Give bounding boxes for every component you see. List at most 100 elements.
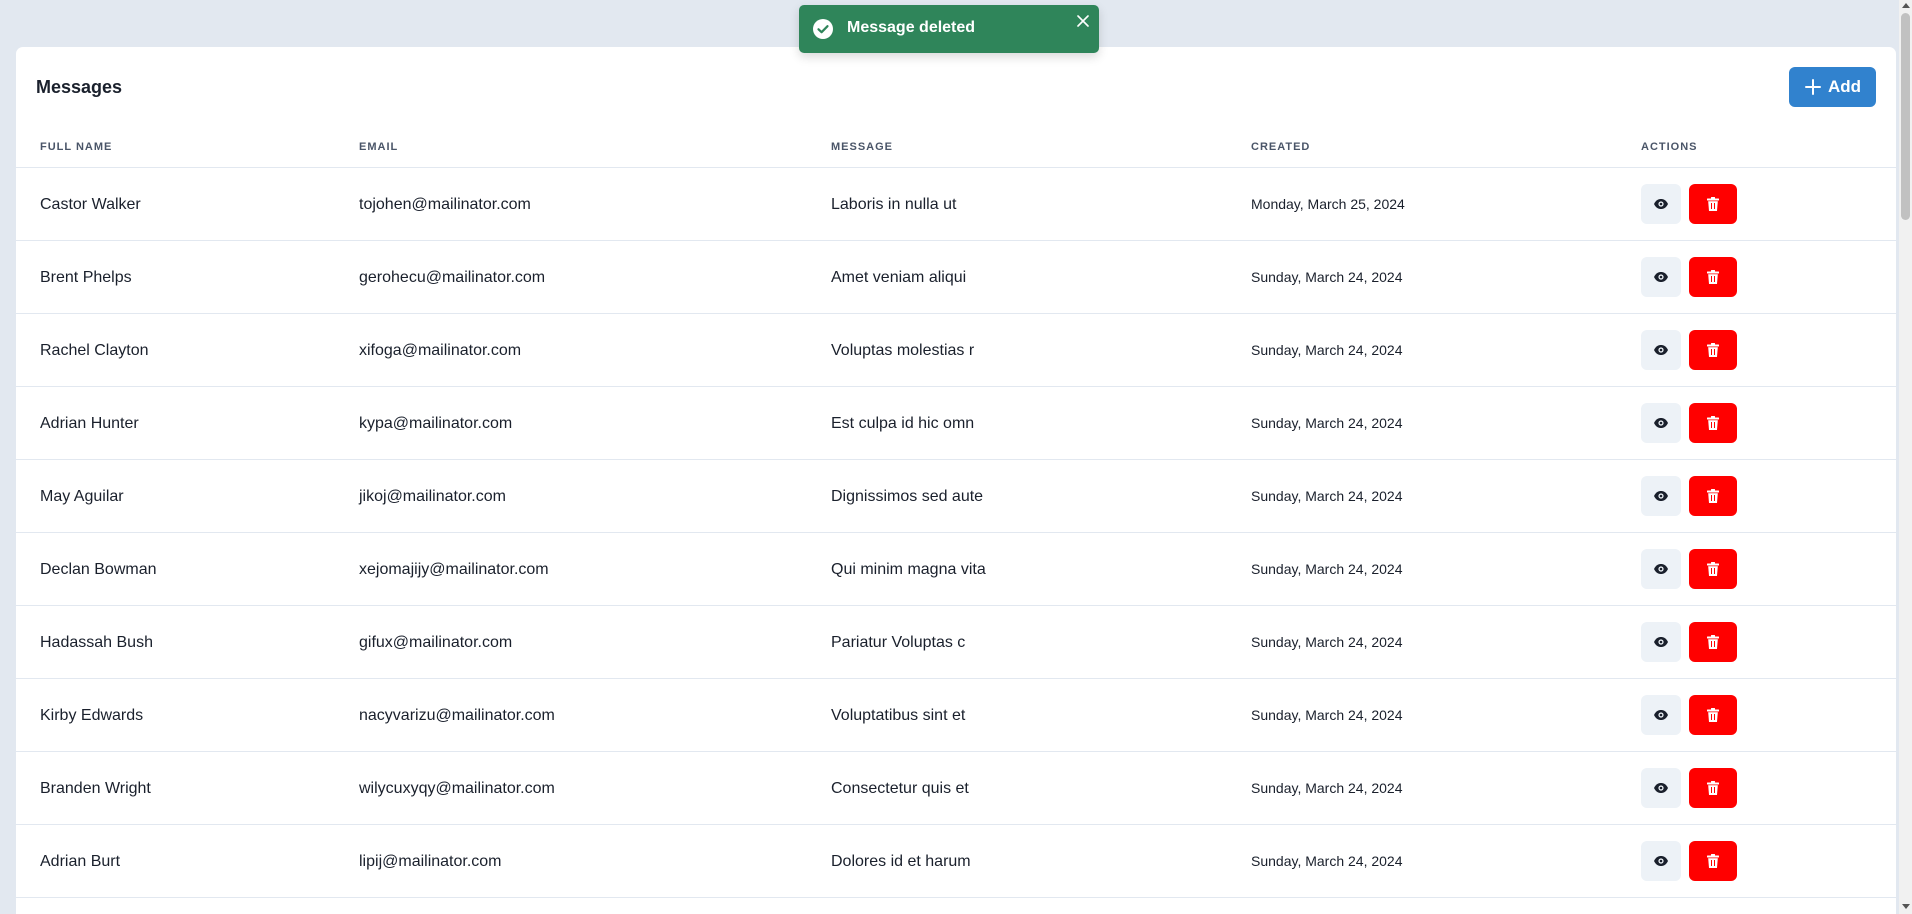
- cell-message: Voluptatibus sint et: [831, 707, 966, 724]
- delete-button[interactable]: [1689, 622, 1737, 662]
- view-button[interactable]: [1641, 549, 1681, 589]
- cell-full-name: Adrian Burt: [40, 853, 121, 870]
- table-row: Adrian Hunter kypa@mailinator.com Est culp…: [16, 387, 1896, 460]
- cell-created: Sunday, March 24, 2024: [1251, 853, 1403, 869]
- cell-message: Dolores id et harum: [831, 853, 971, 870]
- cell-created: Sunday, March 24, 2024: [1251, 780, 1403, 796]
- cell-email: nacyvarizu@mailinator.com: [359, 707, 555, 724]
- cell-created: Sunday, March 24, 2024: [1251, 634, 1403, 650]
- page-title: Messages: [36, 77, 123, 97]
- cell-message: Consectetur quis et: [831, 780, 969, 797]
- view-button[interactable]: [1641, 184, 1681, 224]
- scrollbar-thumb[interactable]: [1901, 13, 1910, 220]
- card-header: Messages Add: [16, 47, 1896, 127]
- page: Messages Add FULL NAME EMAIL MESSAGE CRE…: [0, 0, 1912, 914]
- cell-message: Pariatur Voluptas c: [831, 634, 966, 651]
- eye-icon: [1654, 272, 1668, 282]
- scroll-down-arrow-icon[interactable]: [1902, 904, 1910, 909]
- delete-button[interactable]: [1689, 768, 1737, 808]
- trash-icon: [1707, 343, 1719, 357]
- cell-email: gerohecu@mailinator.com: [359, 269, 546, 286]
- column-header-message: MESSAGE: [831, 141, 894, 153]
- cell-message: Qui minim magna vita: [831, 561, 986, 578]
- view-button[interactable]: [1641, 330, 1681, 370]
- scroll-up-arrow-icon[interactable]: [1902, 3, 1910, 8]
- trash-icon: [1707, 197, 1719, 211]
- eye-icon: [1654, 710, 1668, 720]
- table-row: Branden Wright wilycuxyqy@mailinator.com C…: [16, 752, 1896, 825]
- cell-full-name: Brent Phelps: [40, 269, 132, 286]
- delete-button[interactable]: [1689, 257, 1737, 297]
- trash-icon: [1707, 489, 1719, 503]
- view-button[interactable]: [1641, 403, 1681, 443]
- delete-button[interactable]: [1689, 476, 1737, 516]
- cell-created: Sunday, March 24, 2024: [1251, 707, 1403, 723]
- toast-notification: Message deleted: [799, 5, 1099, 53]
- table-row: Adrian Burt lipij@mailinator.com Dolores i…: [16, 825, 1896, 898]
- cell-full-name: Rachel Clayton: [40, 342, 149, 359]
- cell-full-name: Castor Walker: [40, 196, 141, 213]
- view-button[interactable]: [1641, 476, 1681, 516]
- delete-button[interactable]: [1689, 330, 1737, 370]
- column-header-actions: ACTIONS: [1641, 141, 1698, 153]
- eye-icon: [1654, 345, 1668, 355]
- cell-created: Monday, March 25, 2024: [1251, 196, 1405, 212]
- trash-icon: [1707, 708, 1719, 722]
- column-header-created: CREATED: [1251, 141, 1311, 153]
- cell-email: xejomajijy@mailinator.com: [359, 561, 549, 578]
- cell-full-name: May Aguilar: [40, 488, 124, 505]
- cell-created: Sunday, March 24, 2024: [1251, 269, 1403, 285]
- eye-icon: [1654, 564, 1668, 574]
- cell-email: lipij@mailinator.com: [359, 853, 502, 870]
- cell-full-name: Branden Wright: [40, 780, 151, 797]
- cell-email: tojohen@mailinator.com: [359, 196, 531, 213]
- add-button[interactable]: Add: [1789, 67, 1876, 107]
- cell-email: jikoj@mailinator.com: [359, 488, 506, 505]
- trash-icon: [1707, 416, 1719, 430]
- view-button[interactable]: [1641, 841, 1681, 881]
- column-header-email: EMAIL: [359, 141, 399, 153]
- table-row: Declan Bowman xejomajijy@mailinator.com Qu…: [16, 533, 1896, 606]
- cell-message: Voluptas molestias r: [831, 342, 975, 359]
- toast-message: Message deleted: [847, 19, 976, 36]
- table-row: Brent Phelps gerohecu@mailinator.com Amet …: [16, 241, 1896, 314]
- delete-button[interactable]: [1689, 549, 1737, 589]
- trash-icon: [1707, 562, 1719, 576]
- table-row: May Aguilar jikoj@mailinator.com Dignissim…: [16, 460, 1896, 533]
- cell-full-name: Kirby Edwards: [40, 707, 144, 724]
- view-button[interactable]: [1641, 257, 1681, 297]
- delete-button[interactable]: [1689, 403, 1737, 443]
- cell-full-name: Adrian Hunter: [40, 415, 139, 432]
- trash-icon: [1707, 854, 1719, 868]
- cell-message: Dignissimos sed aute: [831, 488, 984, 505]
- view-button[interactable]: [1641, 622, 1681, 662]
- view-button[interactable]: [1641, 768, 1681, 808]
- cell-full-name: Declan Bowman: [40, 561, 157, 578]
- delete-button[interactable]: [1689, 841, 1737, 881]
- cell-email: kypa@mailinator.com: [359, 415, 513, 432]
- cell-email: wilycuxyqy@mailinator.com: [359, 780, 555, 797]
- trash-icon: [1707, 781, 1719, 795]
- trash-icon: [1707, 270, 1719, 284]
- close-icon[interactable]: [1077, 15, 1089, 27]
- trash-icon: [1707, 635, 1719, 649]
- eye-icon: [1654, 783, 1668, 793]
- table-row: Kirby Edwards nacyvarizu@mailinator.com Vo…: [16, 679, 1896, 752]
- add-button-label: Add: [1827, 77, 1862, 96]
- cell-created: Sunday, March 24, 2024: [1251, 342, 1403, 358]
- cell-created: Sunday, March 24, 2024: [1251, 561, 1403, 577]
- delete-button[interactable]: [1689, 695, 1737, 735]
- table-row: Rachel Clayton xifoga@mailinator.com Volup…: [16, 314, 1896, 387]
- cell-message: Est culpa id hic omn: [831, 415, 975, 432]
- cell-created: Sunday, March 24, 2024: [1251, 488, 1403, 504]
- table-row: Hadassah Bush gifux@mailinator.com Pariatu…: [16, 606, 1896, 679]
- vertical-scrollbar[interactable]: [1899, 0, 1912, 914]
- messages-card: Messages Add FULL NAME EMAIL MESSAGE CRE…: [16, 47, 1896, 914]
- table-row: Castor Walker tojohen@mailinator.com Labor…: [16, 168, 1896, 241]
- eye-icon: [1654, 856, 1668, 866]
- column-header-full-name: FULL NAME: [40, 141, 113, 153]
- eye-icon: [1654, 418, 1668, 428]
- delete-button[interactable]: [1689, 184, 1737, 224]
- table-header: FULL NAME EMAIL MESSAGE CREATED ACTIONS: [16, 127, 1896, 168]
- view-button[interactable]: [1641, 695, 1681, 735]
